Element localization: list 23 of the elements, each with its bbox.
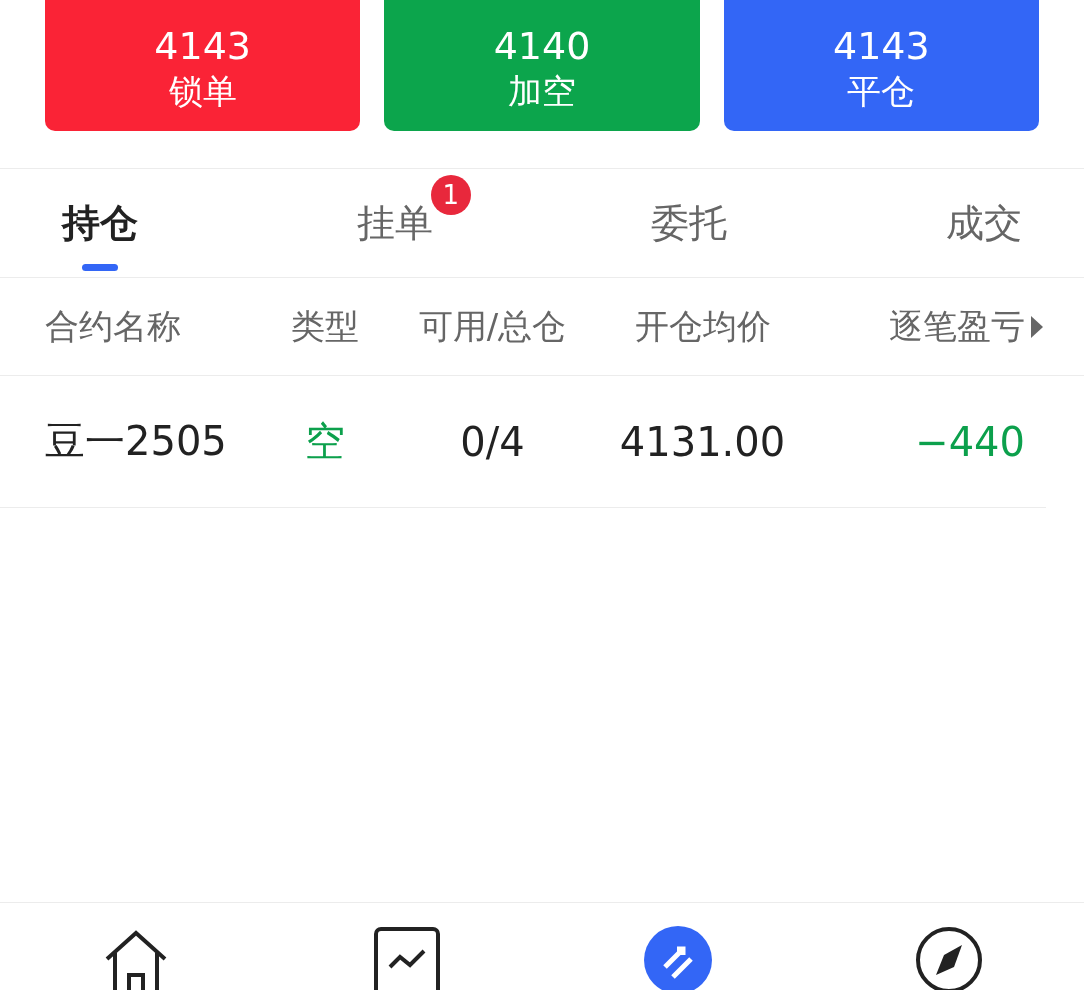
table-cell-text: 豆一2505 [45, 417, 228, 466]
column-header: 逐笔盈亏 [888, 304, 1025, 348]
caret-right-icon[interactable] [1031, 315, 1043, 338]
column-header: 类型 [290, 304, 360, 348]
column-header: 开仓均价 [633, 304, 772, 348]
table-cell-text: −440 [914, 418, 1025, 465]
table-cell-text: 0/4 [459, 418, 526, 465]
tab[interactable]: 委托 [651, 169, 728, 277]
tab[interactable]: 成交 [945, 169, 1022, 277]
chart-icon[interactable] [371, 925, 442, 990]
transfer-icon[interactable] [642, 925, 713, 990]
order-button[interactable]: 4143 锁单 [45, 0, 361, 131]
column-header: 可用/总仓 [417, 304, 568, 348]
count-badge: 1 [430, 175, 471, 215]
column-header: 合约名称 [45, 304, 182, 348]
tab[interactable]: 挂单 [356, 169, 433, 277]
compass-icon[interactable] [913, 925, 984, 990]
table-cell-text: 空 [304, 417, 346, 466]
tab-indicator [82, 264, 118, 271]
order-button[interactable]: 4140 加空 [384, 0, 700, 131]
order-button[interactable]: 4143 平仓 [723, 0, 1039, 131]
table-cell-text: 4131.00 [618, 418, 787, 465]
tab[interactable]: 持仓 [62, 169, 138, 277]
